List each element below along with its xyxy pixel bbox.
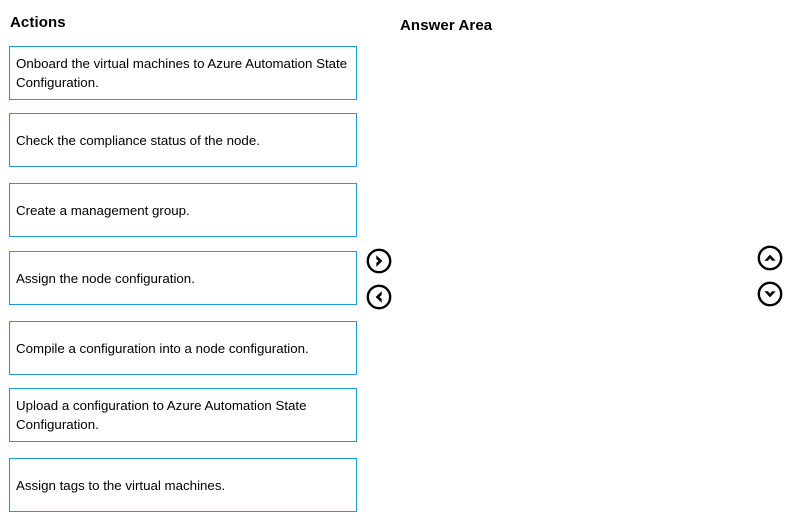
chevron-down-circle-icon — [757, 281, 783, 307]
action-item-label: Create a management group. — [16, 202, 190, 218]
action-item-label: Compile a configuration into a node conf… — [16, 340, 309, 356]
move-up-button[interactable] — [757, 245, 783, 271]
answer-area-dropzone[interactable] — [400, 46, 740, 511]
action-item-label: Onboard the virtual machines to Azure Au… — [16, 56, 348, 90]
chevron-left-circle-icon — [366, 284, 392, 310]
chevron-right-circle-icon — [366, 248, 392, 274]
move-right-button[interactable] — [366, 248, 392, 274]
move-down-button[interactable] — [757, 281, 783, 307]
action-item-label: Assign the node configuration. — [16, 270, 195, 286]
action-item-label: Assign tags to the virtual machines. — [16, 477, 226, 493]
actions-column-heading: Actions — [10, 14, 66, 31]
action-item[interactable]: Compile a configuration into a node conf… — [9, 321, 357, 375]
action-item[interactable]: Onboard the virtual machines to Azure Au… — [9, 46, 357, 100]
action-item[interactable]: Assign the node configuration. — [9, 251, 357, 305]
chevron-up-circle-icon — [757, 245, 783, 271]
action-item[interactable]: Assign tags to the virtual machines. — [9, 458, 357, 512]
answer-area-column-heading: Answer Area — [400, 17, 493, 34]
action-item[interactable]: Upload a configuration to Azure Automati… — [9, 388, 357, 442]
action-item[interactable]: Create a management group. — [9, 183, 357, 237]
move-left-button[interactable] — [366, 284, 392, 310]
action-item[interactable]: Check the compliance status of the node. — [9, 113, 357, 167]
action-item-label: Check the compliance status of the node. — [16, 132, 260, 148]
action-item-label: Upload a configuration to Azure Automati… — [16, 398, 307, 432]
